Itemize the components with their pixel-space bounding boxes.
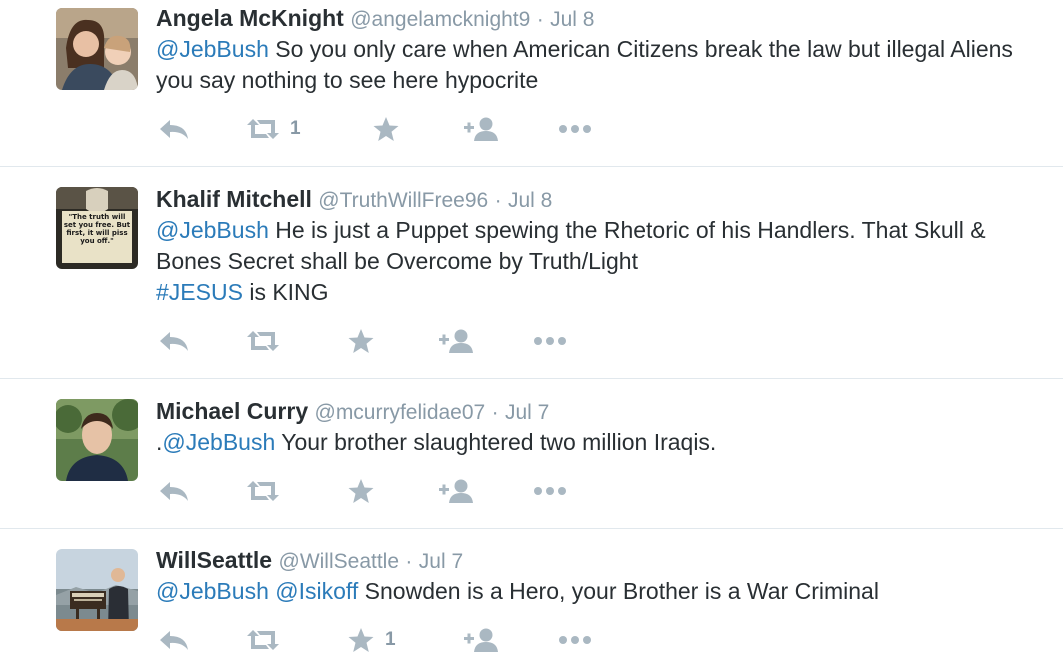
- follow-icon: [464, 628, 498, 652]
- author-handle[interactable]: @WillSeattle: [279, 550, 400, 573]
- tweet-text: @JebBush So you only care when American …: [156, 34, 1016, 96]
- mention-link[interactable]: @JebBush: [156, 36, 269, 62]
- author-handle[interactable]: @mcurryfelidae07: [315, 401, 486, 424]
- tweet-body: Your brother slaughtered two million Ira…: [275, 429, 717, 455]
- more-button[interactable]: [558, 114, 592, 144]
- timestamp[interactable]: Jul 8: [550, 8, 594, 31]
- follow-icon: [439, 479, 473, 503]
- mention-link[interactable]: @JebBush: [156, 217, 269, 243]
- retweet-button[interactable]: [246, 476, 290, 506]
- tweet-text: @JebBush He is just a Puppet spewing the…: [156, 215, 1016, 308]
- tweet-header: WillSeattle @WillSeattle · Jul 7: [156, 546, 463, 576]
- retweet-icon: [247, 630, 279, 650]
- retweet-button[interactable]: [246, 625, 290, 655]
- retweet-button[interactable]: [246, 326, 290, 356]
- favorite-icon: [348, 329, 374, 353]
- follow-button[interactable]: [464, 114, 500, 144]
- reply-icon: [160, 482, 188, 501]
- retweet-button[interactable]: 1: [246, 114, 301, 144]
- author-name[interactable]: WillSeattle: [156, 547, 272, 573]
- reply-icon: [160, 631, 188, 650]
- tweet[interactable]: Angela McKnight @angelamcknight9 · Jul 8…: [0, 0, 1063, 167]
- more-icon: [534, 337, 566, 345]
- tweet-body: He is just a Puppet spewing the Rhetoric…: [156, 217, 986, 274]
- reply-button[interactable]: [158, 114, 190, 144]
- tweet-body: So you only care when American Citizens …: [156, 36, 1013, 93]
- timestamp[interactable]: Jul 7: [419, 550, 463, 573]
- retweet-icon: [247, 331, 279, 351]
- more-button[interactable]: [558, 625, 592, 655]
- tweet[interactable]: Michael Curry @mcurryfelidae07 · Jul 7 .…: [0, 379, 1063, 529]
- separator: ·: [536, 8, 544, 31]
- author-name[interactable]: Angela McKnight: [156, 5, 344, 31]
- favorite-count: 1: [385, 629, 396, 650]
- timestamp[interactable]: Jul 8: [508, 189, 552, 212]
- tweet-body: Snowden is a Hero, your Brother is a War…: [358, 578, 879, 604]
- tweet-text: .@JebBush Your brother slaughtered two m…: [156, 427, 1016, 458]
- tweet[interactable]: WillSeattle @WillSeattle · Jul 7 @JebBus…: [0, 529, 1063, 670]
- favorite-icon: [348, 628, 374, 652]
- retweet-icon: [247, 481, 279, 501]
- more-button[interactable]: [533, 326, 567, 356]
- mention-link[interactable]: @Isikoff: [275, 578, 358, 604]
- more-icon: [559, 125, 591, 133]
- follow-icon: [464, 117, 498, 141]
- mention-link[interactable]: @JebBush: [156, 578, 269, 604]
- separator: ·: [491, 401, 499, 424]
- reply-icon: [160, 120, 188, 139]
- reply-icon: [160, 332, 188, 351]
- avatar[interactable]: [56, 549, 138, 631]
- reply-button[interactable]: [158, 476, 190, 506]
- timestamp[interactable]: Jul 7: [505, 401, 549, 424]
- favorite-icon: [348, 479, 374, 503]
- avatar[interactable]: "The truth will set you free. But first,…: [56, 187, 138, 269]
- favorite-button[interactable]: [347, 476, 375, 506]
- favorite-button[interactable]: [372, 114, 400, 144]
- author-handle[interactable]: @angelamcknight9: [350, 8, 530, 31]
- hashtag-link[interactable]: #JESUS: [156, 279, 243, 305]
- avatar[interactable]: [56, 8, 138, 90]
- avatar[interactable]: [56, 399, 138, 481]
- separator: ·: [405, 550, 413, 573]
- tweet-text: @JebBush @Isikoff Snowden is a Hero, you…: [156, 576, 1016, 607]
- more-button[interactable]: [533, 476, 567, 506]
- favorite-button[interactable]: 1: [347, 625, 396, 655]
- author-name[interactable]: Khalif Mitchell: [156, 186, 312, 212]
- more-icon: [534, 487, 566, 495]
- reply-button[interactable]: [158, 326, 190, 356]
- tweet-header: Khalif Mitchell @TruthWillFree96 · Jul 8: [156, 185, 552, 215]
- author-name[interactable]: Michael Curry: [156, 398, 308, 424]
- follow-button[interactable]: [464, 625, 500, 655]
- more-icon: [559, 636, 591, 644]
- tweet-body-continued: is KING: [242, 279, 329, 305]
- author-handle[interactable]: @TruthWillFree96: [318, 189, 488, 212]
- follow-button[interactable]: [439, 326, 475, 356]
- separator: ·: [494, 189, 502, 212]
- follow-button[interactable]: [439, 476, 475, 506]
- favorite-button[interactable]: [347, 326, 375, 356]
- tweet[interactable]: "The truth will set you free. But first,…: [0, 167, 1063, 379]
- tweet-header: Michael Curry @mcurryfelidae07 · Jul 7: [156, 397, 549, 427]
- tweet-header: Angela McKnight @angelamcknight9 · Jul 8: [156, 4, 594, 34]
- retweet-icon: [247, 119, 279, 139]
- mention-link[interactable]: @JebBush: [162, 429, 275, 455]
- reply-button[interactable]: [158, 625, 190, 655]
- follow-icon: [439, 329, 473, 353]
- favorite-icon: [373, 117, 399, 141]
- avatar-quote: "The truth will set you free. But first,…: [63, 213, 131, 245]
- retweet-count: 1: [290, 118, 301, 139]
